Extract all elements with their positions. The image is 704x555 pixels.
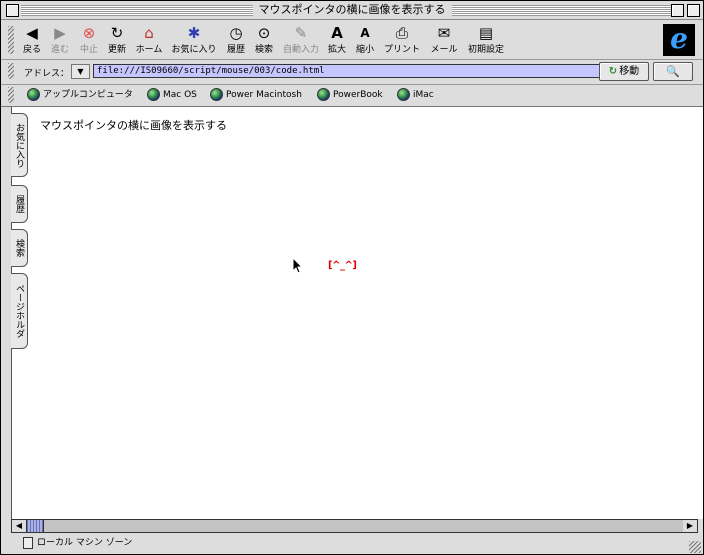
refresh-icon: ↻ [110,24,124,42]
globe-icon [397,88,410,101]
text-larger-icon: A [331,24,343,42]
address-bar: アドレス： ▼ file:///IS09660/script/mouse/003… [1,60,703,85]
window-title: マウスポインタの横に画像を表示する [252,3,452,16]
back-button[interactable]: ◀ 戻る [19,22,45,58]
horizontal-scrollbar[interactable]: ◀ ▶ [11,519,698,533]
go-arrow-icon: ↻ [608,66,618,77]
autofill-button[interactable]: ✎ 自動入力 [281,22,321,58]
favorites-icon: ✱ [187,24,201,42]
home-icon: ⌂ [144,24,154,42]
status-bar: ローカル マシン ゾーン [11,534,691,552]
stop-icon: ⊗ [82,24,96,42]
globe-icon [317,88,330,101]
favorite-link-powermac[interactable]: Power Macintosh [210,87,302,104]
browser-logo: e [663,24,695,56]
page-heading: マウスポインタの横に画像を表示する [40,119,227,132]
globe-icon [147,88,160,101]
toolbar: ◀ 戻る ▶ 進む ⊗ 中止 ↻ 更新 ⌂ ホーム ✱ お気に入り ◷ 履歴 ⊙… [1,20,703,60]
go-button[interactable]: ↻ 移動 [599,62,649,81]
text-smaller-button[interactable]: A 縮小 [353,22,377,58]
favorites-bar-grip[interactable] [8,87,14,103]
favorite-link-powerbook[interactable]: PowerBook [317,87,383,104]
favorites-button[interactable]: ✱ お気に入り [169,22,219,58]
address-bar-grip[interactable] [8,63,14,79]
home-button[interactable]: ⌂ ホーム [133,22,165,58]
preferences-icon: ▤ [478,24,494,42]
scroll-thumb[interactable] [26,520,44,532]
history-clock-icon: ◷ [229,24,243,42]
globe-icon [27,88,40,101]
mail-button[interactable]: ✉ メール [427,22,461,58]
tab-history[interactable]: 履歴 [11,185,28,223]
text-smaller-icon: A [360,26,370,40]
print-button[interactable]: ⎙ プリント [381,22,423,58]
address-label: アドレス： [24,69,70,79]
stop-button[interactable]: ⊗ 中止 [75,22,103,58]
chevron-down-icon: ▼ [77,67,84,76]
back-arrow-icon: ◀ [26,24,38,42]
favorite-link-apple[interactable]: アップルコンピュータ [27,87,133,104]
history-button[interactable]: ◷ 履歴 [223,22,249,58]
explorer-bar-tabs [1,107,11,519]
local-zone-icon [23,536,33,549]
magnifier-icon: 🔍 [666,65,680,78]
forward-button[interactable]: ▶ 進む [47,22,73,58]
refresh-button[interactable]: ↻ 更新 [103,22,131,58]
autofill-pencil-icon: ✎ [294,24,308,42]
search-menu-button[interactable]: 🔍 [653,62,693,81]
preferences-button[interactable]: ▤ 初期設定 [465,22,507,58]
collapse-box[interactable] [687,4,700,17]
favorite-link-imac[interactable]: iMac [397,87,434,104]
page-content[interactable]: マウスポインタの横に画像を表示する [^_^] [11,107,703,519]
cursor-follow-image: [^_^] [328,260,357,271]
scroll-right-arrow-icon[interactable]: ▶ [683,520,697,532]
mail-icon: ✉ [437,24,451,42]
zoom-box[interactable] [671,4,684,17]
resize-grip[interactable] [689,541,701,553]
address-history-dropdown[interactable]: ▼ [71,64,90,79]
tab-favorites[interactable]: お気に入り [11,113,28,177]
favorites-bar: アップルコンピュータ Mac OS Power Macintosh PowerB… [1,85,703,107]
tab-page-holder[interactable]: ページホルダ [11,273,28,349]
forward-arrow-icon: ▶ [54,24,66,42]
toolbar-grip[interactable] [8,26,14,54]
title-bar[interactable]: マウスポインタの横に画像を表示する [1,1,703,20]
search-button[interactable]: ⊙ 検索 [251,22,277,58]
text-larger-button[interactable]: A 拡大 [325,22,349,58]
search-icon: ⊙ [257,24,271,42]
favorite-link-macos[interactable]: Mac OS [147,87,197,104]
scroll-left-arrow-icon[interactable]: ◀ [12,520,26,532]
tab-search[interactable]: 検索 [11,229,28,267]
printer-icon: ⎙ [395,24,408,42]
security-zone-label: ローカル マシン ゾーン [37,538,133,548]
globe-icon [210,88,223,101]
browser-window: マウスポインタの横に画像を表示する ◀ 戻る ▶ 進む ⊗ 中止 ↻ 更新 ⌂ … [0,0,704,555]
mouse-pointer-icon [292,257,304,274]
address-input[interactable]: file:///IS09660/script/mouse/003/code.ht… [93,64,602,78]
